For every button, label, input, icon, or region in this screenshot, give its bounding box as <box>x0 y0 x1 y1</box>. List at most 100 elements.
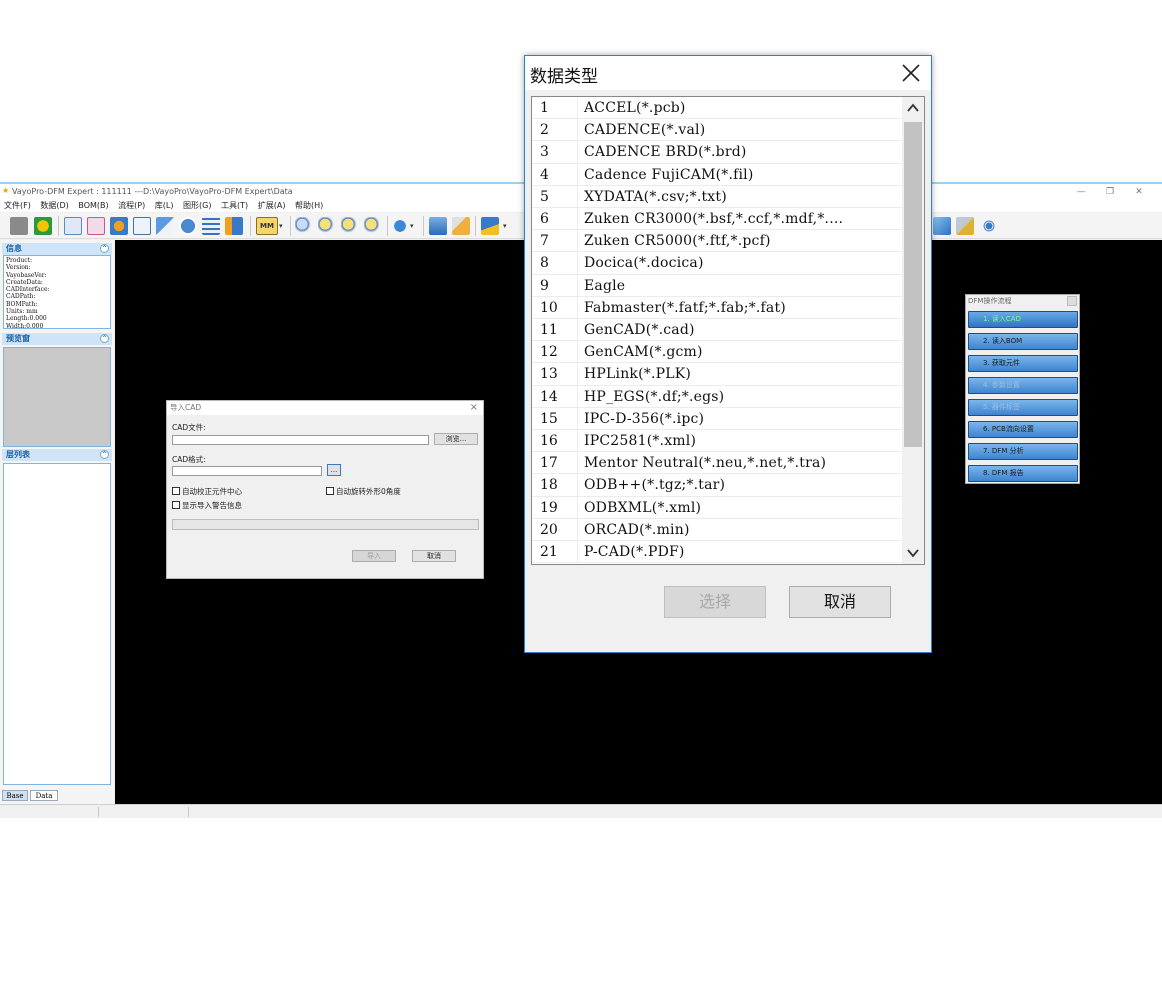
list-item[interactable]: 19 ODBXML(*.xml) <box>532 496 902 519</box>
import-bom-icon[interactable] <box>87 217 105 235</box>
select-format-button[interactable]: ... <box>327 464 341 476</box>
step-dfm-analysis[interactable]: 7. DFM 分析 <box>968 443 1078 460</box>
target-icon[interactable] <box>980 217 998 235</box>
layer-icon[interactable] <box>481 217 499 235</box>
import-cancel-button[interactable]: 取消 <box>412 550 456 562</box>
scrollbar[interactable] <box>902 97 924 564</box>
list-item[interactable]: 17 Mentor Neutral(*.neu,*.net,*.tra) <box>532 452 902 475</box>
list-item-name: ODB++(*.tgz;*.tar) <box>584 477 726 494</box>
tab-base[interactable]: Base <box>2 790 28 801</box>
menu-data[interactable]: 数据(D) <box>40 201 68 210</box>
list-item[interactable]: 4 Cadence FujiCAM(*.fil) <box>532 163 902 186</box>
settings-gear-icon[interactable] <box>110 217 128 235</box>
close-icon[interactable] <box>1067 296 1077 306</box>
layer-panel-header[interactable]: 层列表 ^ <box>2 449 112 461</box>
list-item-number: 13 <box>540 366 558 383</box>
step-pcb-flow[interactable]: 6. PCB流向设置 <box>968 421 1078 438</box>
browse-button[interactable]: 浏览... <box>434 433 478 445</box>
list-item[interactable]: 5 XYDATA(*.csv;*.txt) <box>532 185 902 208</box>
tab-data[interactable]: Data <box>30 790 58 801</box>
import-button[interactable]: 导入 <box>352 550 396 562</box>
zoom-fit-icon[interactable] <box>364 217 382 235</box>
collapse-icon[interactable]: ^ <box>100 450 109 459</box>
board-icon[interactable] <box>429 217 447 235</box>
preview-panel-header[interactable]: 预览窗 ^ <box>2 333 112 345</box>
maximize-button[interactable]: ❐ <box>1097 184 1123 200</box>
select-button[interactable]: 选择 <box>664 586 766 618</box>
menu-library[interactable]: 库(L) <box>155 201 174 210</box>
open-project-icon[interactable] <box>34 217 52 235</box>
menu-process[interactable]: 流程(P) <box>118 201 145 210</box>
list-item[interactable]: 14 HP_EGS(*.df;*.egs) <box>532 385 902 408</box>
list-item[interactable]: 8 Docica(*.docica) <box>532 252 902 275</box>
cancel-button[interactable]: 取消 <box>789 586 891 618</box>
list-item[interactable]: 20 ORCAD(*.min) <box>532 518 902 541</box>
menu-help[interactable]: 帮助(H) <box>295 201 323 210</box>
list-item[interactable]: 21 P-CAD(*.PDF) <box>532 541 902 564</box>
chevron-up-icon[interactable] <box>902 97 924 119</box>
list-item[interactable]: 2 CADENCE(*.val) <box>532 119 902 142</box>
menu-tools[interactable]: 工具(T) <box>221 201 248 210</box>
list-item[interactable]: 15 IPC-D-356(*.ipc) <box>532 407 902 430</box>
show-warnings-checkbox[interactable]: 显示导入警告信息 <box>172 501 242 511</box>
chevron-down-icon[interactable]: ▾ <box>279 217 287 235</box>
zoom-out-icon[interactable] <box>341 217 359 235</box>
list-item[interactable]: 12 GenCAM(*.gcm) <box>532 341 902 364</box>
step-parameters[interactable]: 4. 参数设置 <box>968 377 1078 394</box>
menu-extend[interactable]: 扩展(A) <box>258 201 286 210</box>
tree-structure-icon[interactable] <box>225 217 243 235</box>
list-item[interactable]: 18 ODB++(*.tgz;*.tar) <box>532 474 902 497</box>
step-read-cad[interactable]: 1. 读入CAD <box>968 311 1078 328</box>
chip-icon[interactable] <box>452 217 470 235</box>
zoom-icon[interactable] <box>295 217 313 235</box>
list-item[interactable]: 16 IPC2581(*.xml) <box>532 430 902 453</box>
chevron-down-icon[interactable]: ▾ <box>410 217 418 235</box>
globe-icon[interactable] <box>179 217 197 235</box>
auto-rotate-checkbox[interactable]: 自动旋转外形0角度 <box>326 487 401 497</box>
cad-file-input[interactable] <box>172 435 429 445</box>
menu-bom[interactable]: BOM(B) <box>78 201 108 210</box>
list-item-number: 3 <box>540 144 549 161</box>
info-panel-header[interactable]: 信息 ^ <box>2 243 112 255</box>
step-labels[interactable]: 5. 器件标签 <box>968 399 1078 416</box>
list-item[interactable]: 9 Eagle <box>532 274 902 297</box>
close-icon[interactable]: × <box>470 401 478 415</box>
unit-mm-dropdown[interactable]: MM <box>256 217 278 235</box>
collapse-icon[interactable]: ^ <box>100 244 109 253</box>
close-window-button[interactable]: ✕ <box>1126 184 1152 200</box>
component-icon[interactable] <box>133 217 151 235</box>
grid-table-icon[interactable] <box>202 217 220 235</box>
list-item[interactable]: 11 GenCAD(*.cad) <box>532 319 902 342</box>
cube-icon[interactable] <box>933 217 951 235</box>
menu-file[interactable]: 文件(F) <box>4 201 31 210</box>
list-item[interactable]: 1 ACCEL(*.pcb) <box>532 97 902 120</box>
scrollbar-thumb[interactable] <box>904 122 922 447</box>
database-icon[interactable] <box>956 217 974 235</box>
data-type-list[interactable]: 1 ACCEL(*.pcb) 2 CADENCE(*.val) 3 CADENCE BRD… <box>531 96 925 565</box>
list-item[interactable]: 3 CADENCE BRD(*.brd) <box>532 141 902 164</box>
list-item[interactable]: 7 Zuken CR5000(*.ftf,*.pcf) <box>532 230 902 253</box>
minimize-button[interactable]: — <box>1068 184 1094 200</box>
step-dfm-report[interactable]: 8. DFM 报告 <box>968 465 1078 482</box>
chevron-down-icon[interactable] <box>902 542 924 564</box>
zoom-in-icon[interactable] <box>318 217 336 235</box>
collapse-icon[interactable]: ^ <box>100 334 109 343</box>
list-item[interactable]: 13 HPLink(*.PLK) <box>532 363 902 386</box>
rotate-icon[interactable] <box>391 217 409 235</box>
chevron-down-icon[interactable]: ▾ <box>503 217 511 235</box>
step-get-components[interactable]: 3. 获取元件 <box>968 355 1078 372</box>
list-item[interactable]: 10 Fabmaster(*.fatf;*.fab;*.fat) <box>532 296 902 319</box>
save-icon[interactable] <box>10 217 28 235</box>
xy-coordinate-icon[interactable] <box>156 217 174 235</box>
close-icon[interactable] <box>900 62 922 84</box>
step-read-bom[interactable]: 2. 读入BOM <box>968 333 1078 350</box>
layer-list[interactable] <box>3 463 111 785</box>
info-line: BOMPath: <box>6 300 38 308</box>
cad-format-input[interactable] <box>172 466 322 476</box>
list-item[interactable]: 6 Zuken CR3000(*.bsf,*.ccf,*.mdf,*.... <box>532 208 902 231</box>
menu-graphics[interactable]: 图形(G) <box>183 201 211 210</box>
app-logo-icon: ★ <box>2 186 10 195</box>
import-cad-icon[interactable] <box>64 217 82 235</box>
list-item-number: 4 <box>540 166 549 183</box>
auto-center-checkbox[interactable]: 自动校正元件中心 <box>172 487 242 497</box>
